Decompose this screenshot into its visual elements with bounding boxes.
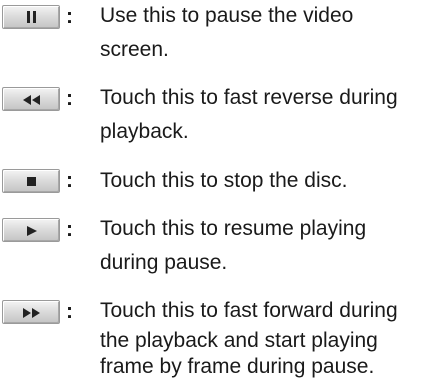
description-line: playback. (100, 120, 189, 143)
description-line: Touch this to resume playing (100, 217, 367, 240)
fast-forward-button[interactable] (2, 300, 60, 324)
description-line: during pause. (100, 251, 228, 274)
description: Touch this to fast reverse during playba… (100, 81, 447, 149)
description-line: Touch this to fast reverse during (100, 86, 398, 109)
separator-colon: : (66, 87, 73, 110)
stop-button[interactable] (2, 169, 60, 193)
pause-icon (27, 11, 36, 23)
play-button[interactable] (2, 218, 60, 242)
description-line: the playback and start playing (100, 329, 378, 352)
fast-forward-icon (23, 308, 40, 318)
description: Touch this to resume playing during paus… (100, 212, 447, 280)
stop-icon (27, 177, 36, 186)
description-line: Touch this to fast forward during (100, 299, 398, 322)
description-line: frame by frame during pause. (100, 355, 375, 378)
separator-colon: : (66, 218, 73, 241)
separator-colon: : (66, 5, 73, 28)
play-icon (27, 226, 37, 236)
description-line: Use this to pause the video (100, 4, 354, 27)
description: Touch this to fast forward during the pl… (100, 294, 447, 380)
fast-reverse-button[interactable] (2, 87, 60, 111)
description: Touch this to stop the disc. (100, 164, 447, 198)
description-line: Touch this to stop the disc. (100, 169, 348, 192)
description: Use this to pause the video screen. (100, 0, 447, 67)
pause-button[interactable] (2, 5, 60, 29)
description-line: screen. (100, 38, 169, 61)
separator-colon: : (66, 169, 73, 192)
separator-colon: : (66, 300, 73, 323)
fast-reverse-icon (23, 95, 40, 105)
